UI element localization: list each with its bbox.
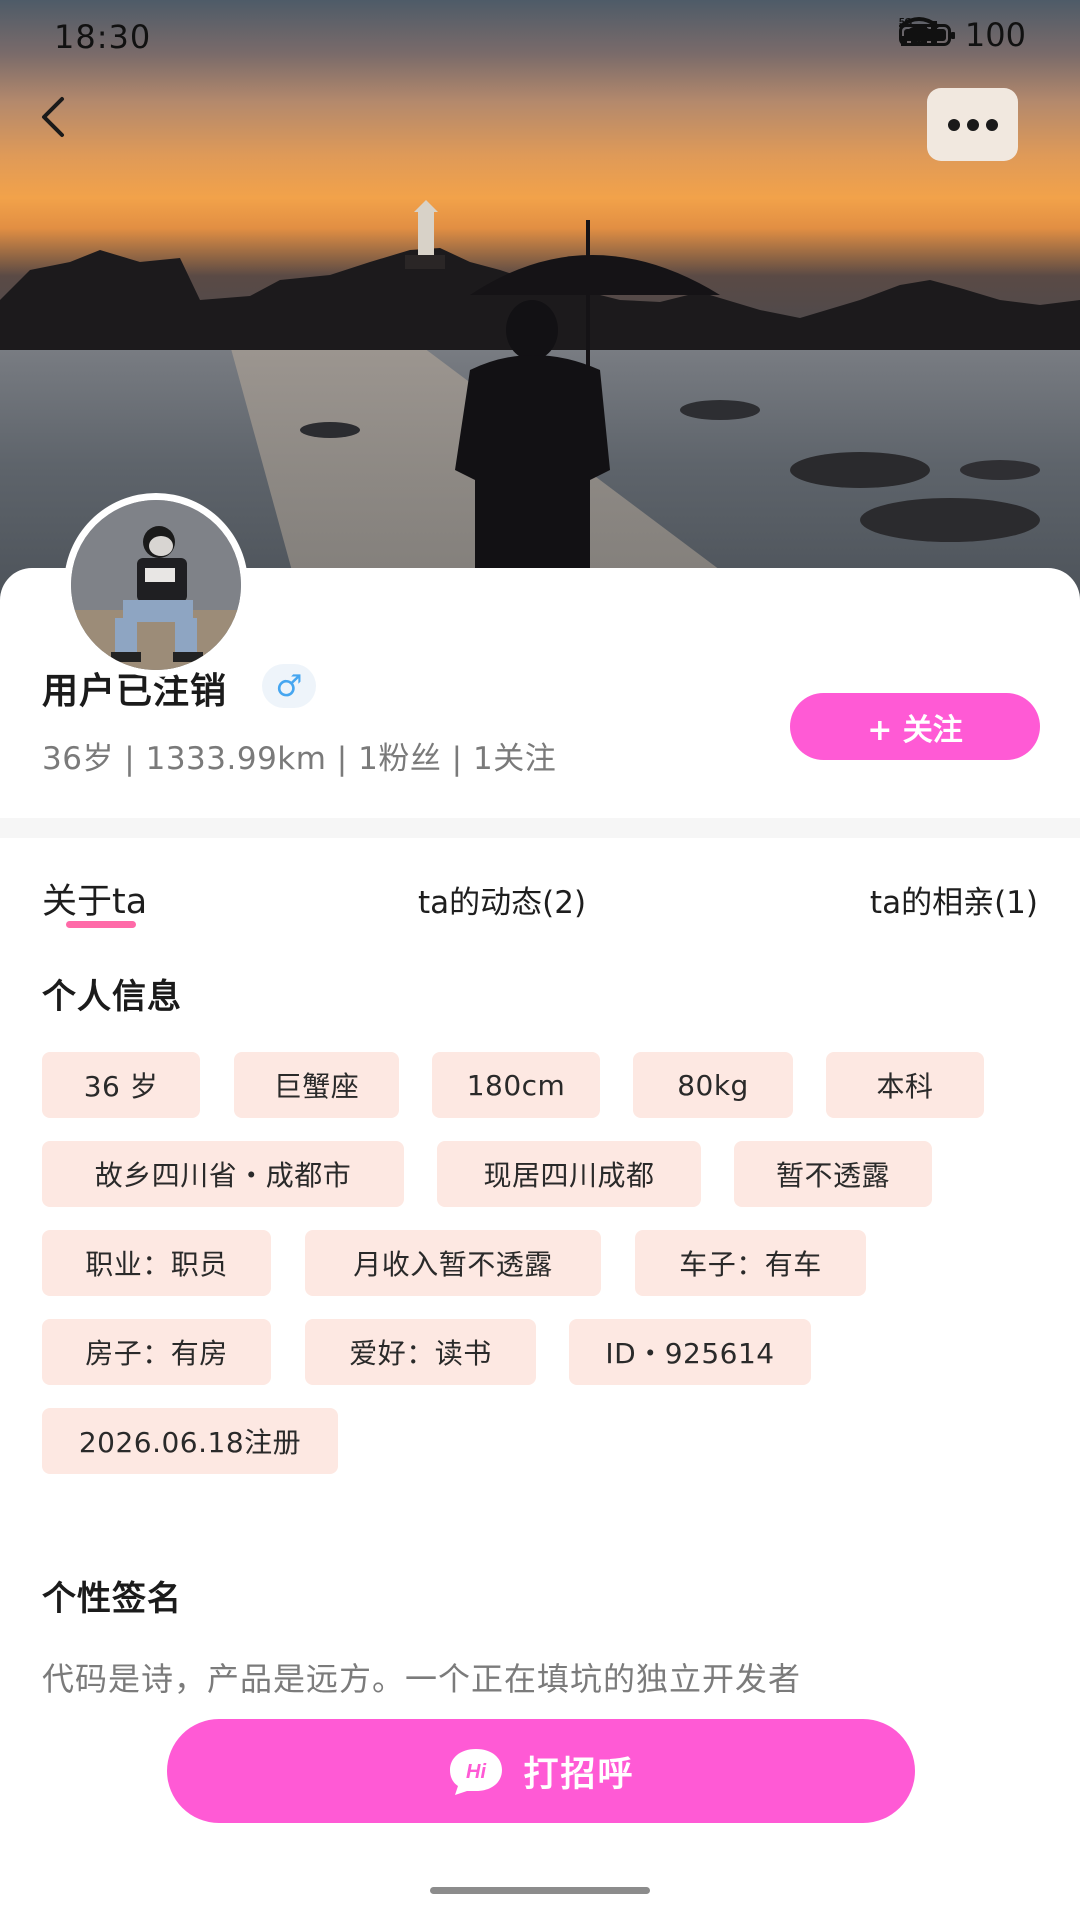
signature-title: 个性签名 [42, 1579, 182, 1619]
tab-dating[interactable]: ta的相亲(1) [870, 877, 1038, 922]
more-options-button[interactable] [927, 88, 1018, 161]
male-icon: ♂ [262, 664, 316, 708]
status-icons: 5G 100 [898, 16, 1026, 54]
battery-icon [898, 24, 955, 46]
chevron-left-icon [42, 97, 64, 137]
say-hi-button[interactable]: Hi 打招呼 [167, 1719, 915, 1823]
tag-car: 车子：有车 [635, 1230, 866, 1296]
more-dots-icon [947, 118, 960, 131]
avatar-photo [71, 500, 241, 670]
tag-house: 房子：有房 [42, 1319, 271, 1385]
status-time: 18:30 [54, 18, 152, 56]
tag-undisclosed: 暂不透露 [734, 1141, 932, 1207]
hi-chat-bubble-icon: Hi [450, 1749, 503, 1795]
section-divider [0, 818, 1080, 838]
tag-age: 36 岁 [42, 1052, 200, 1118]
tag-registered: 2026.06.18注册 [42, 1408, 338, 1474]
tag-residence: 现居四川成都 [437, 1141, 701, 1207]
tag-hobby: 爱好：读书 [305, 1319, 536, 1385]
more-dot [966, 118, 979, 131]
say-hi-label: 打招呼 [523, 1754, 635, 1795]
tag-id: ID・925614 [569, 1319, 811, 1385]
follow-button[interactable]: + 关注 [790, 693, 1040, 760]
home-indicator [430, 1887, 650, 1894]
tag-occupation: 职业：职员 [42, 1230, 271, 1296]
avatar-figure [71, 500, 241, 670]
tab-about[interactable]: 关于ta [42, 873, 147, 924]
battery-level: 100 [964, 16, 1026, 54]
tag-height: 180cm [432, 1052, 600, 1118]
profile-stats: 36岁 | 1333.99km | 1粉丝 | 1关注 [42, 741, 557, 777]
active-tab-indicator [66, 921, 136, 928]
signature-text: 代码是诗，产品是远方。一个正在填坑的独立开发者 [42, 1660, 802, 1698]
tag-education: 本科 [826, 1052, 984, 1118]
tab-moments[interactable]: ta的动态(2) [418, 877, 586, 922]
profile-page: 18:30 5G 100 用户已注销 ♂ 36岁 | 1333.99km | 1… [0, 0, 1080, 1920]
back-button[interactable] [38, 95, 88, 155]
tag-income: 月收入暂不透露 [305, 1230, 601, 1296]
tag-zodiac: 巨蟹座 [234, 1052, 399, 1118]
more-dot [985, 118, 998, 131]
tag-hometown: 故乡四川省・成都市 [42, 1141, 404, 1207]
avatar[interactable] [64, 493, 248, 677]
tag-weight: 80kg [633, 1052, 793, 1118]
hi-icon-text: Hi [466, 1761, 486, 1783]
personal-info-title: 个人信息 [42, 977, 182, 1017]
